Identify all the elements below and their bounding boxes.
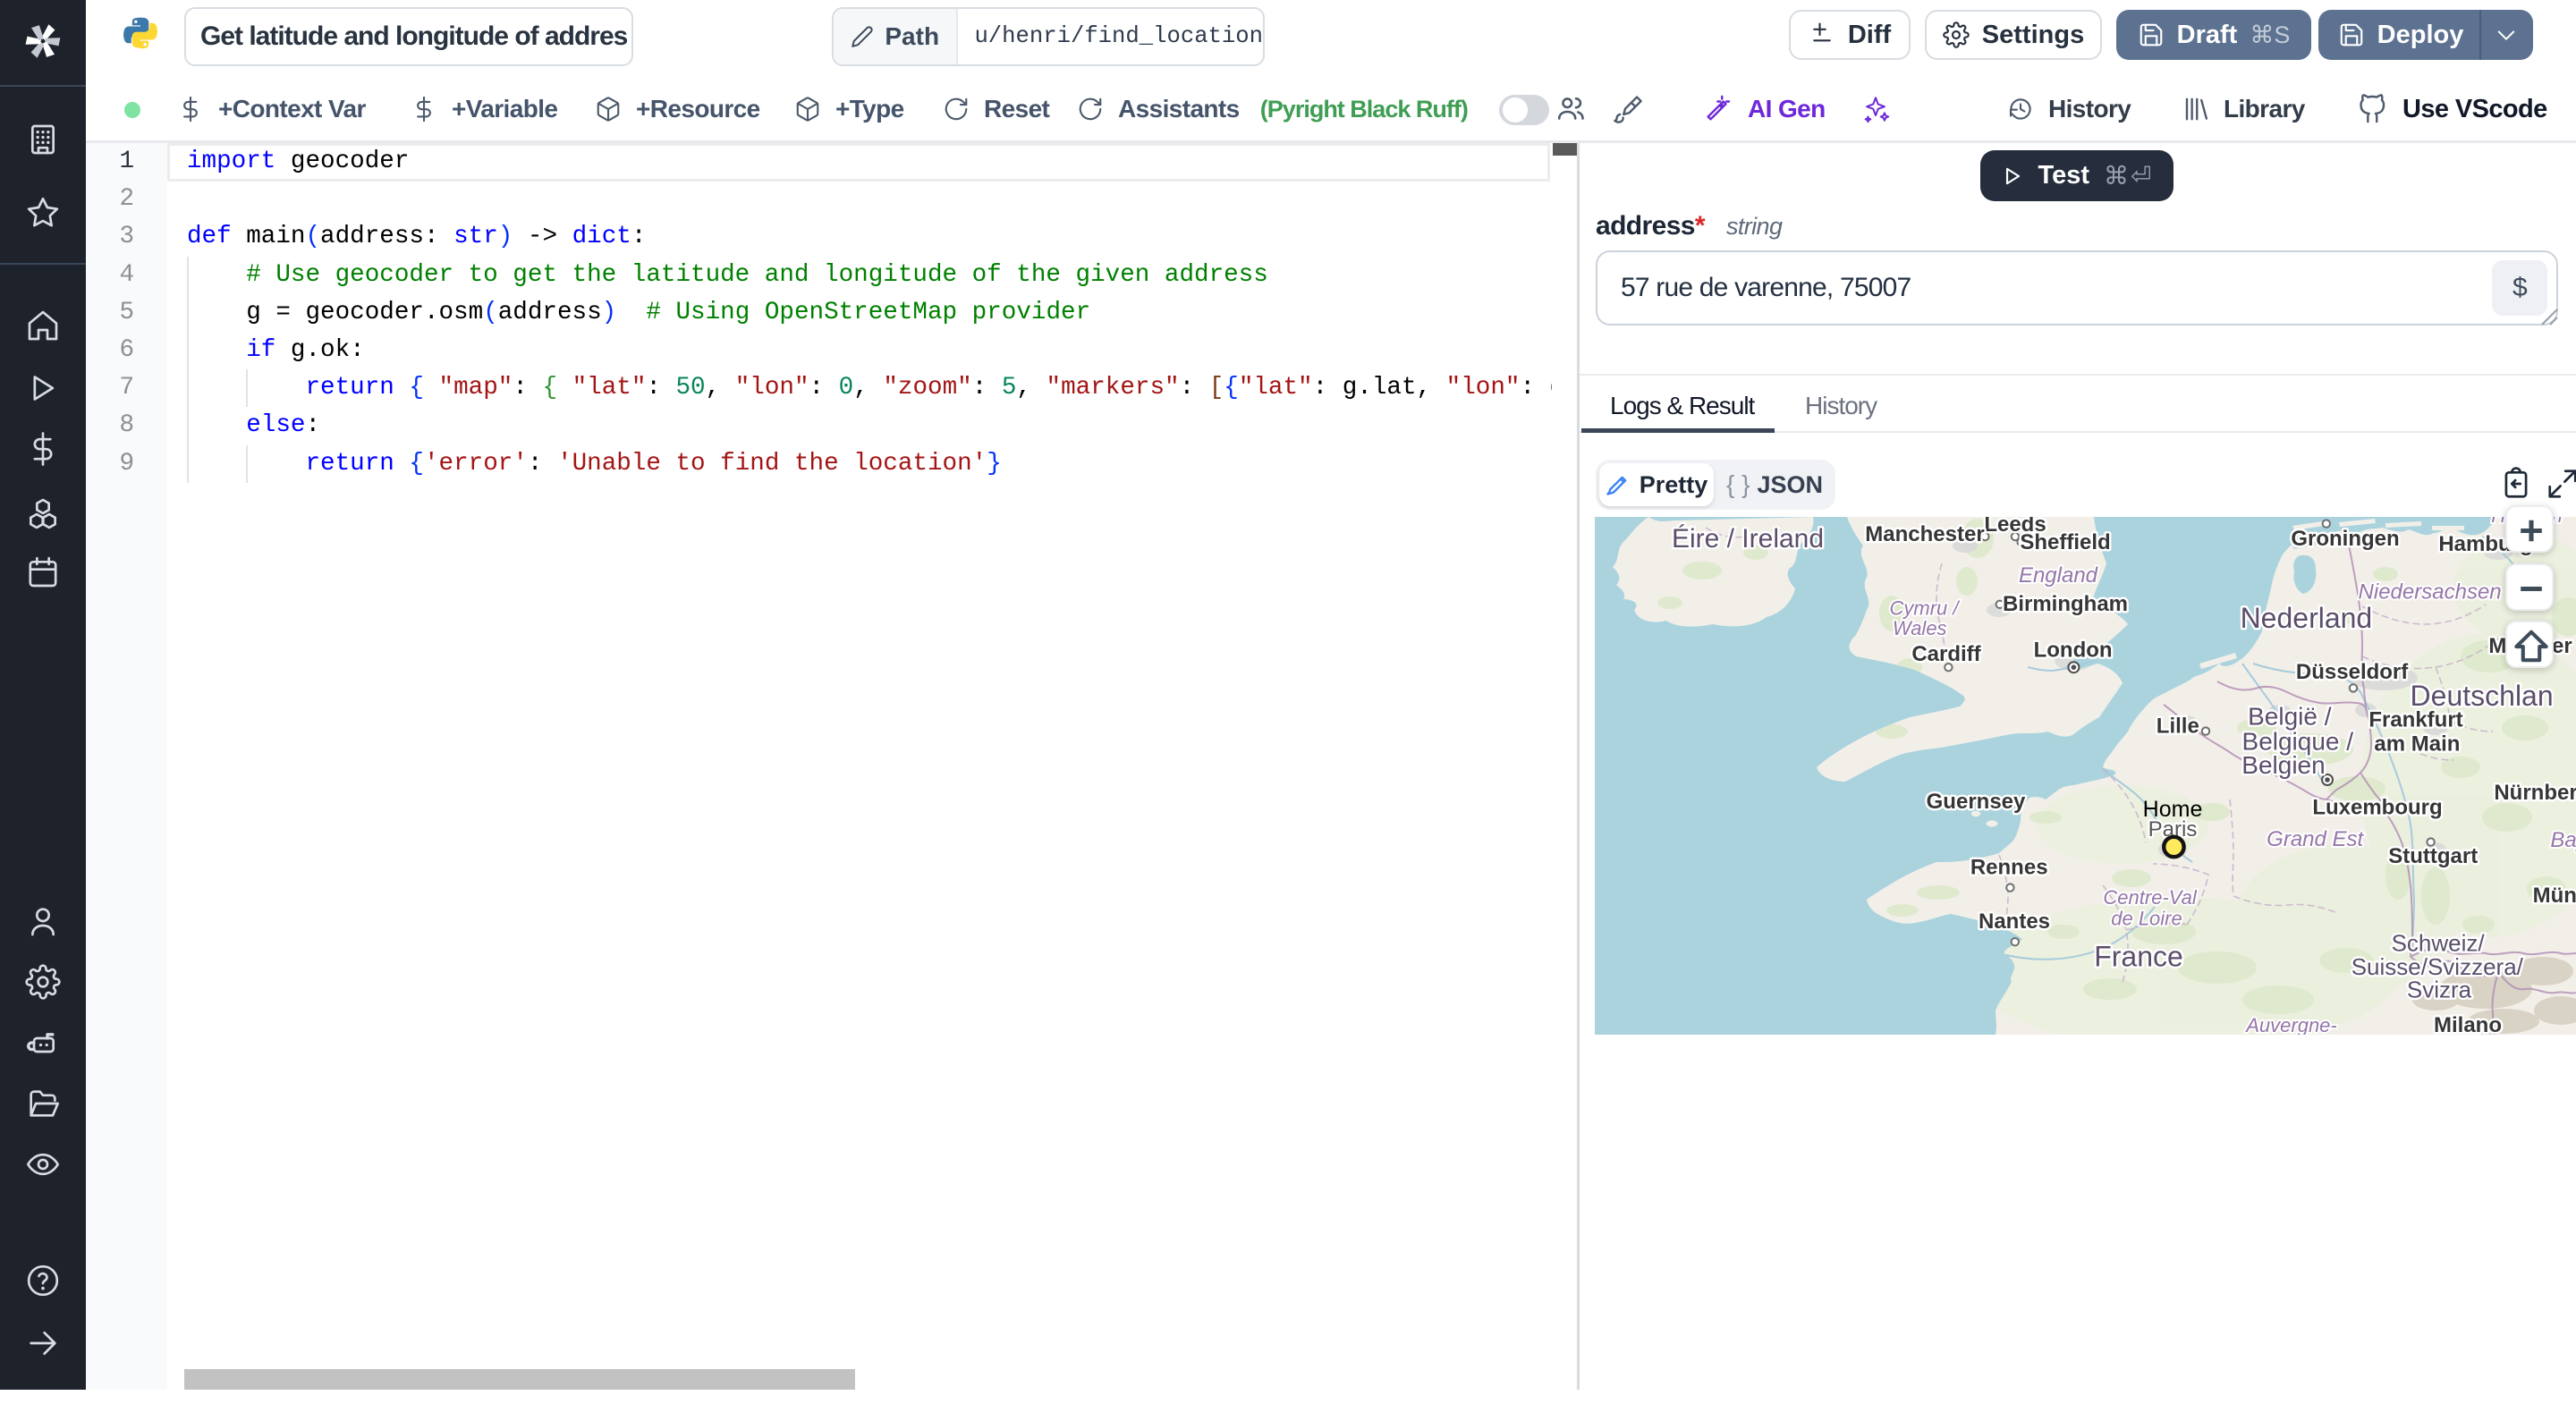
svg-text:Guernsey: Guernsey (1927, 790, 2026, 814)
svg-text:Milano: Milano (2434, 1013, 2502, 1035)
svg-text:Luxembourg: Luxembourg (2312, 796, 2442, 820)
svg-text:Manchester: Manchester (1865, 522, 1984, 546)
svg-text:Centre-Val: Centre-Val (2103, 886, 2197, 909)
svg-text:France: France (2094, 940, 2183, 972)
svg-text:Münc: Münc (2533, 884, 2576, 908)
svg-text:Schweiz/: Schweiz/ (2392, 929, 2486, 956)
svg-text:de Loire: de Loire (2111, 907, 2182, 929)
svg-text:Niedersachsen: Niedersachsen (2359, 580, 2502, 605)
svg-text:London: London (2034, 639, 2113, 663)
svg-text:Rennes: Rennes (1970, 855, 2048, 879)
svg-text:Lille: Lille (2157, 714, 2199, 738)
svg-text:Wales: Wales (1893, 617, 1947, 639)
svg-text:Home: Home (2143, 797, 2203, 822)
svg-text:Nederland: Nederland (2241, 602, 2373, 634)
svg-text:Deutschlan: Deutschlan (2411, 680, 2554, 712)
svg-text:Cymru /: Cymru / (1890, 596, 1961, 619)
svg-text:Düsseldorf: Düsseldorf (2296, 660, 2409, 684)
svg-text:Belgien: Belgien (2241, 751, 2325, 779)
svg-text:Cardiff: Cardiff (1911, 642, 1981, 666)
svg-text:Éire / Ireland: Éire / Ireland (1672, 524, 1824, 554)
svg-text:am Main: am Main (2374, 732, 2460, 756)
svg-text:Nürnber: Nürnber (2494, 781, 2576, 805)
svg-text:England: England (2019, 563, 2098, 588)
svg-text:Grand Est: Grand Est (2267, 827, 2364, 851)
svg-text:Sheffield: Sheffield (2020, 530, 2110, 554)
svg-text:Nantes: Nantes (1979, 909, 2050, 934)
svg-text:Birmingham: Birmingham (2003, 592, 2128, 616)
svg-text:Svizra: Svizra (2407, 976, 2472, 1002)
svg-text:België /: België / (2248, 702, 2332, 730)
svg-text:Groningen: Groningen (2291, 527, 2399, 551)
svg-text:Bay: Bay (2550, 828, 2576, 852)
svg-text:Auvergne-: Auvergne- (2244, 1014, 2337, 1035)
svg-text:Stuttgart: Stuttgart (2388, 844, 2478, 868)
